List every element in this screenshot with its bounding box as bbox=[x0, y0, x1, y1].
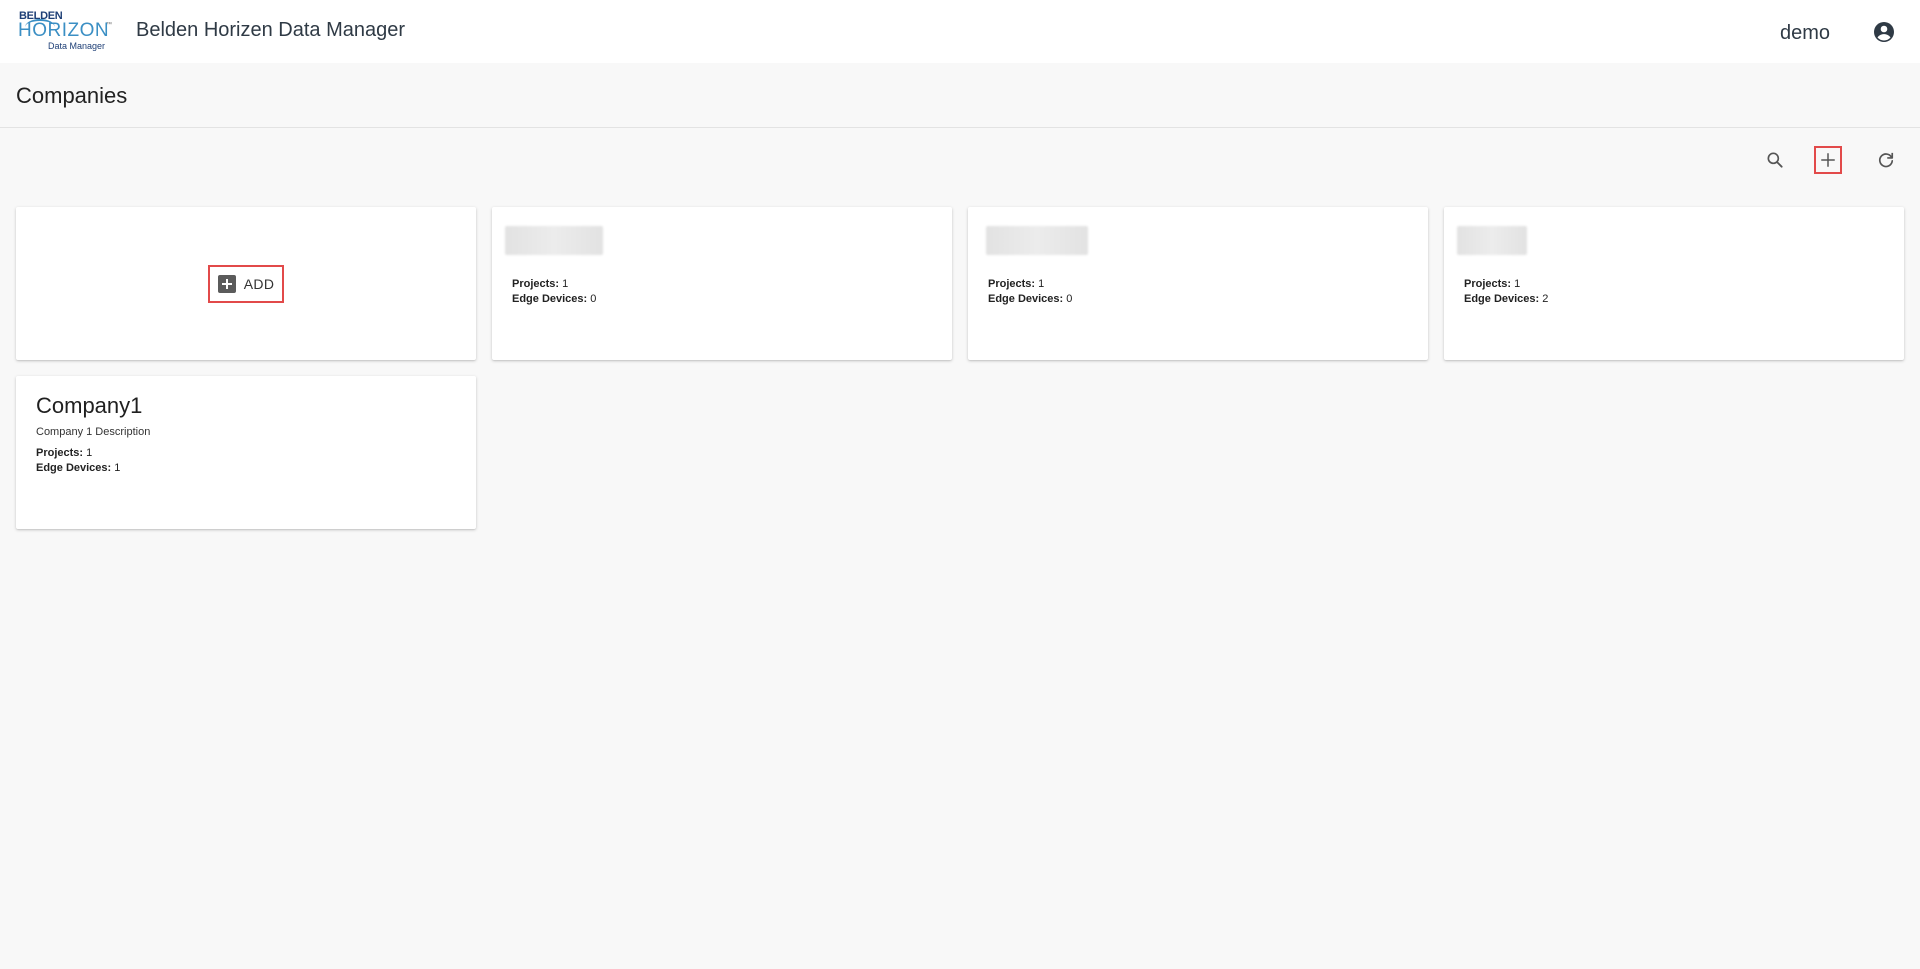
projects-count: 1 bbox=[562, 278, 569, 290]
company-stats: Projects: 1 Edge Devices: 2 bbox=[1464, 277, 1548, 307]
page-title: Companies bbox=[16, 83, 128, 108]
company-description: Company 1 Description bbox=[36, 426, 151, 438]
company-card[interactable]: Projects: 1 Edge Devices: 0 bbox=[492, 207, 952, 360]
account-circle-icon[interactable] bbox=[1872, 20, 1896, 44]
belden-horizon-logo[interactable]: BELDEN HORIZON ™ Data Manager bbox=[18, 8, 114, 54]
projects-row: Projects: 1 bbox=[988, 277, 1072, 292]
logo-trademark: ™ bbox=[106, 22, 112, 28]
refresh-icon bbox=[1878, 152, 1894, 168]
redacted-company-name bbox=[986, 226, 1088, 255]
edge-devices-row: Edge Devices: 0 bbox=[988, 292, 1072, 307]
logo-brand-sub: Data Manager bbox=[48, 41, 106, 51]
app-title: Belden Horizen Data Manager bbox=[136, 19, 406, 41]
projects-label: Projects: bbox=[1464, 278, 1512, 290]
edge-devices-label: Edge Devices: bbox=[988, 293, 1064, 305]
company-card[interactable]: Projects: 1 Edge Devices: 2 bbox=[1444, 207, 1904, 360]
edge-devices-count: 0 bbox=[1066, 293, 1073, 305]
edge-devices-count: 1 bbox=[114, 462, 121, 474]
edge-devices-label: Edge Devices: bbox=[512, 293, 588, 305]
company-name: Company1 bbox=[36, 393, 143, 418]
edge-devices-label: Edge Devices: bbox=[36, 462, 112, 474]
company-stats: Projects: 1 Edge Devices: 0 bbox=[988, 277, 1072, 307]
add-company-toolbar-button[interactable] bbox=[1814, 146, 1842, 174]
edge-devices-row: Edge Devices: 2 bbox=[1464, 292, 1548, 307]
company-card[interactable]: Projects: 1 Edge Devices: 0 bbox=[968, 207, 1428, 360]
projects-count: 1 bbox=[1038, 278, 1045, 290]
add-button-label: ADD bbox=[243, 276, 275, 292]
edge-devices-row: Edge Devices: 1 bbox=[36, 461, 120, 476]
company-card[interactable]: Company1 Company 1 Description Projects:… bbox=[16, 376, 476, 529]
redacted-company-name bbox=[505, 226, 603, 255]
app-header: BELDEN HORIZON ™ Data Manager Belden Hor… bbox=[0, 0, 1920, 63]
projects-row: Projects: 1 bbox=[1464, 277, 1548, 292]
edge-devices-count: 2 bbox=[1542, 293, 1549, 305]
add-company-card: ADD bbox=[16, 207, 476, 360]
search-icon bbox=[1767, 152, 1783, 168]
projects-label: Projects: bbox=[988, 278, 1036, 290]
refresh-button[interactable] bbox=[1870, 144, 1902, 176]
company-stats: Projects: 1 Edge Devices: 1 bbox=[36, 446, 120, 476]
edge-devices-count: 0 bbox=[590, 293, 597, 305]
edge-devices-row: Edge Devices: 0 bbox=[512, 292, 596, 307]
company-stats: Projects: 1 Edge Devices: 0 bbox=[512, 277, 596, 307]
add-box-icon bbox=[217, 275, 236, 293]
redacted-company-name bbox=[1457, 226, 1527, 255]
add-company-button[interactable]: ADD bbox=[208, 265, 284, 303]
projects-count: 1 bbox=[1514, 278, 1521, 290]
plus-icon bbox=[1821, 153, 1835, 167]
logo-brand-main: HORIZON bbox=[18, 20, 110, 41]
user-name[interactable]: demo bbox=[1780, 22, 1830, 45]
projects-label: Projects: bbox=[512, 278, 560, 290]
edge-devices-label: Edge Devices: bbox=[1464, 293, 1540, 305]
projects-row: Projects: 1 bbox=[36, 446, 120, 461]
projects-label: Projects: bbox=[36, 447, 84, 459]
projects-row: Projects: 1 bbox=[512, 277, 596, 292]
page-title-bar: Companies bbox=[0, 63, 1920, 128]
projects-count: 1 bbox=[86, 447, 93, 459]
search-button[interactable] bbox=[1759, 144, 1791, 176]
